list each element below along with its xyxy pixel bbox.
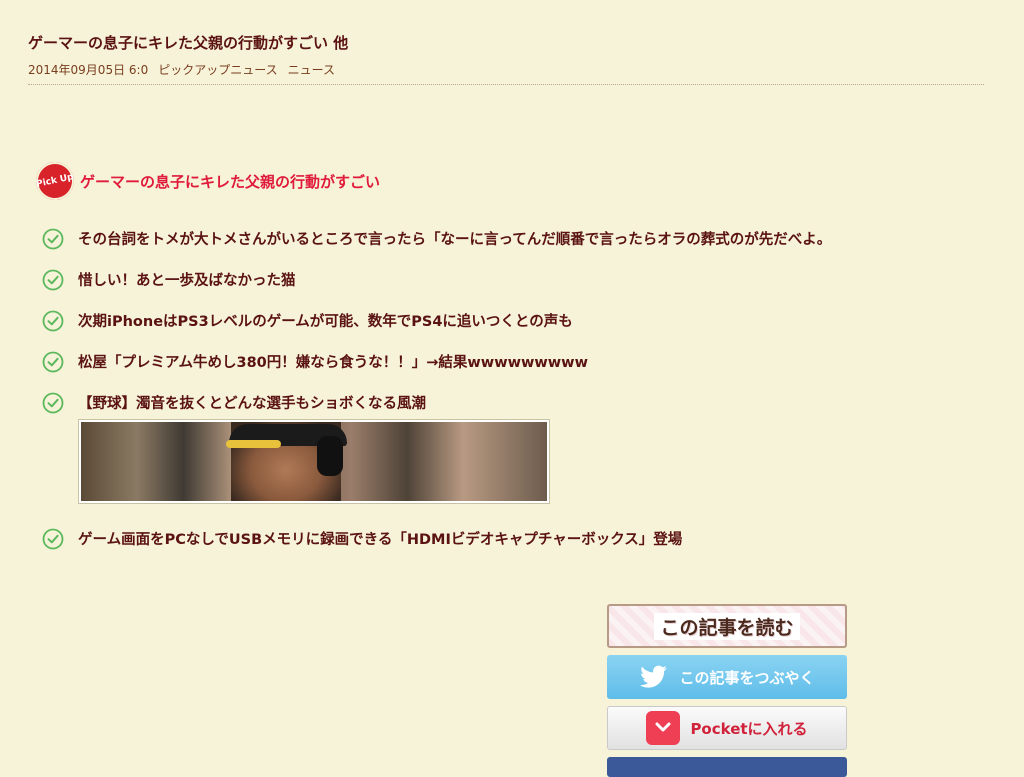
tweet-label: この記事をつぶやく <box>679 668 815 687</box>
news-link[interactable]: 次期iPhoneはPS3レベルのゲームが可能、数年でPS4に追いつくとの声も <box>78 310 573 331</box>
list-item: 松屋「プレミアム牛めし380円！嫌なら食うな！！」→結果wwwwwwwww <box>42 341 942 382</box>
article-title[interactable]: ゲーマーの息子にキレた父親の行動がすごい 他 <box>28 32 984 53</box>
list-item: 【野球】濁音を抜くとどんな選手もショボくなる風潮 <box>42 382 942 423</box>
pickup-header: Pick Up ゲーマーの息子にキレた父親の行動がすごい <box>32 158 380 204</box>
news-link[interactable]: その台詞をトメが大トメさんがいるところで言ったら「なーに言ってんだ順番で言ったら… <box>78 228 831 249</box>
news-link[interactable]: 惜しい！あと一歩及ばなかった猫 <box>78 269 296 290</box>
pocket-button[interactable]: Pocketに入れる <box>607 706 847 750</box>
list-item: 惜しい！あと一歩及ばなかった猫 <box>42 259 942 300</box>
news-list: その台詞をトメが大トメさんがいるところで言ったら「なーに言ってんだ順番で言ったら… <box>42 218 942 423</box>
pickup-title-link[interactable]: ゲーマーの息子にキレた父親の行動がすごい <box>80 171 380 192</box>
category-link[interactable]: ピックアップニュース <box>158 61 277 78</box>
check-circle-icon <box>42 310 64 331</box>
check-circle-icon <box>42 351 64 372</box>
pocket-icon <box>646 711 681 745</box>
facebook-share-button[interactable] <box>607 757 847 777</box>
list-item: 次期iPhoneはPS3レベルのゲームが可能、数年でPS4に追いつくとの声も <box>42 300 942 341</box>
read-article-button[interactable]: この記事を読む <box>607 604 847 648</box>
news-thumbnail[interactable] <box>78 419 550 504</box>
list-item: ゲーム画面をPCなしでUSBメモリに録画できる「HDMIビデオキャプチャーボック… <box>42 518 942 559</box>
news-link[interactable]: 松屋「プレミアム牛めし380円！嫌なら食うな！！」→結果wwwwwwwww <box>78 351 588 372</box>
news-link[interactable]: ゲーム画面をPCなしでUSBメモリに録画できる「HDMIビデオキャプチャーボック… <box>78 528 682 549</box>
check-circle-icon <box>42 392 64 413</box>
pocket-label: Pocketに入れる <box>690 719 808 738</box>
news-list-continued: ゲーム画面をPCなしでUSBメモリに録画できる「HDMIビデオキャプチャーボック… <box>42 518 942 559</box>
baseball-player-image <box>81 422 547 501</box>
article-header: ゲーマーの息子にキレた父親の行動がすごい 他 2014年09月05日 6:0 ピ… <box>28 32 984 85</box>
article-date: 2014年09月05日 6:0 <box>28 63 149 77</box>
twitter-bird-icon <box>640 665 668 688</box>
tweet-button[interactable]: この記事をつぶやく <box>607 655 847 699</box>
article-meta: 2014年09月05日 6:0 ピックアップニュース ニュース <box>28 61 984 85</box>
news-link[interactable]: 【野球】濁音を抜くとどんな選手もショボくなる風潮 <box>78 392 426 413</box>
subcategory-link[interactable]: ニュース <box>288 61 335 78</box>
share-buttons: この記事を読む この記事をつぶやく Pocketに入れる <box>607 604 847 777</box>
check-circle-icon <box>42 228 64 249</box>
check-circle-icon <box>42 528 64 549</box>
pickup-badge-icon: Pick Up <box>32 158 78 204</box>
list-item: その台詞をトメが大トメさんがいるところで言ったら「なーに言ってんだ順番で言ったら… <box>42 218 942 259</box>
read-article-label: この記事を読む <box>654 612 800 640</box>
check-circle-icon <box>42 269 64 290</box>
